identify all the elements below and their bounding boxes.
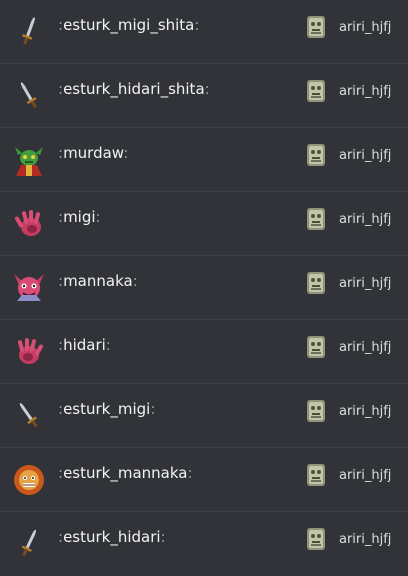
- emoji-row[interactable]: :murdaw: ariri_hjfj: [0, 128, 408, 192]
- colon-right: :: [187, 464, 193, 482]
- colon-right: :: [105, 336, 111, 354]
- avatar: [306, 400, 326, 422]
- uploader[interactable]: ariri_hjfj: [306, 336, 391, 358]
- lion-face-icon: [12, 463, 46, 497]
- emoji-row[interactable]: :esturk_migi: ariri_hjfj: [0, 384, 408, 448]
- emoji-row[interactable]: :esturk_mannaka: ariri_hjfj: [0, 448, 408, 512]
- uploader[interactable]: ariri_hjfj: [306, 144, 391, 166]
- emoji-name-text: hidari: [63, 336, 106, 354]
- emoji-name: :migi:: [58, 192, 101, 256]
- colon-right: :: [150, 400, 156, 418]
- colon-right: :: [123, 144, 129, 162]
- emoji-name-text: migi: [63, 208, 96, 226]
- avatar: [306, 336, 326, 358]
- uploader-name: ariri_hjfj: [339, 339, 392, 355]
- avatar: [306, 144, 326, 166]
- uploader[interactable]: ariri_hjfj: [306, 400, 391, 422]
- emoji-name: :hidari:: [58, 320, 111, 384]
- uploader-name: ariri_hjfj: [339, 211, 392, 227]
- emoji-name: :esturk_migi:: [58, 384, 155, 448]
- emoji-name: :esturk_hidari_shita:: [58, 64, 210, 128]
- avatar: [306, 464, 326, 486]
- dagger-icon: [12, 15, 46, 49]
- emoji-name-text: esturk_migi_shita: [63, 16, 195, 34]
- emoji-list: :esturk_migi_shita: ariri_hjfj :esturk_h…: [0, 0, 408, 576]
- claw-hand-icon: [12, 335, 46, 369]
- dagger-icon: [12, 79, 46, 113]
- uploader-name: ariri_hjfj: [339, 531, 392, 547]
- colon-right: :: [194, 16, 200, 34]
- uploader[interactable]: ariri_hjfj: [306, 80, 391, 102]
- emoji-row[interactable]: :mannaka: ariri_hjfj: [0, 256, 408, 320]
- emoji-name: :esturk_migi_shita:: [58, 0, 199, 64]
- claw-hand-icon: [12, 207, 46, 241]
- uploader-name: ariri_hjfj: [339, 275, 392, 291]
- uploader[interactable]: ariri_hjfj: [306, 464, 391, 486]
- avatar: [306, 528, 326, 550]
- uploader-name: ariri_hjfj: [339, 403, 392, 419]
- uploader-name: ariri_hjfj: [339, 467, 392, 483]
- emoji-name: :murdaw:: [58, 128, 128, 192]
- emoji-name-text: esturk_hidari_shita: [63, 80, 205, 98]
- emoji-row[interactable]: :esturk_hidari_shita: ariri_hjfj: [0, 64, 408, 128]
- avatar: [306, 208, 326, 230]
- emoji-row[interactable]: :hidari: ariri_hjfj: [0, 320, 408, 384]
- colon-right: :: [160, 528, 166, 546]
- green-demon-icon: [12, 143, 46, 177]
- horned-demon-face-icon: [12, 271, 46, 305]
- emoji-name-text: esturk_mannaka: [63, 464, 188, 482]
- dagger-icon: [12, 527, 46, 561]
- emoji-name: :mannaka:: [58, 256, 138, 320]
- uploader-name: ariri_hjfj: [339, 19, 392, 35]
- emoji-name-text: murdaw: [63, 144, 124, 162]
- avatar: [306, 272, 326, 294]
- colon-right: :: [204, 80, 210, 98]
- uploader[interactable]: ariri_hjfj: [306, 16, 391, 38]
- uploader-name: ariri_hjfj: [339, 83, 392, 99]
- uploader[interactable]: ariri_hjfj: [306, 208, 391, 230]
- emoji-row[interactable]: :esturk_hidari: ariri_hjfj: [0, 512, 408, 576]
- uploader[interactable]: ariri_hjfj: [306, 528, 391, 550]
- emoji-name: :esturk_mannaka:: [58, 448, 193, 512]
- emoji-row[interactable]: :esturk_migi_shita: ariri_hjfj: [0, 0, 408, 64]
- avatar: [306, 80, 326, 102]
- emoji-name: :esturk_hidari:: [58, 512, 166, 576]
- emoji-name-text: esturk_hidari: [63, 528, 161, 546]
- avatar: [306, 16, 326, 38]
- colon-right: :: [132, 272, 138, 290]
- colon-right: :: [95, 208, 101, 226]
- uploader-name: ariri_hjfj: [339, 147, 392, 163]
- emoji-row[interactable]: :migi: ariri_hjfj: [0, 192, 408, 256]
- emoji-name-text: esturk_migi: [63, 400, 151, 418]
- uploader[interactable]: ariri_hjfj: [306, 272, 391, 294]
- dagger-icon: [12, 399, 46, 433]
- emoji-name-text: mannaka: [63, 272, 133, 290]
